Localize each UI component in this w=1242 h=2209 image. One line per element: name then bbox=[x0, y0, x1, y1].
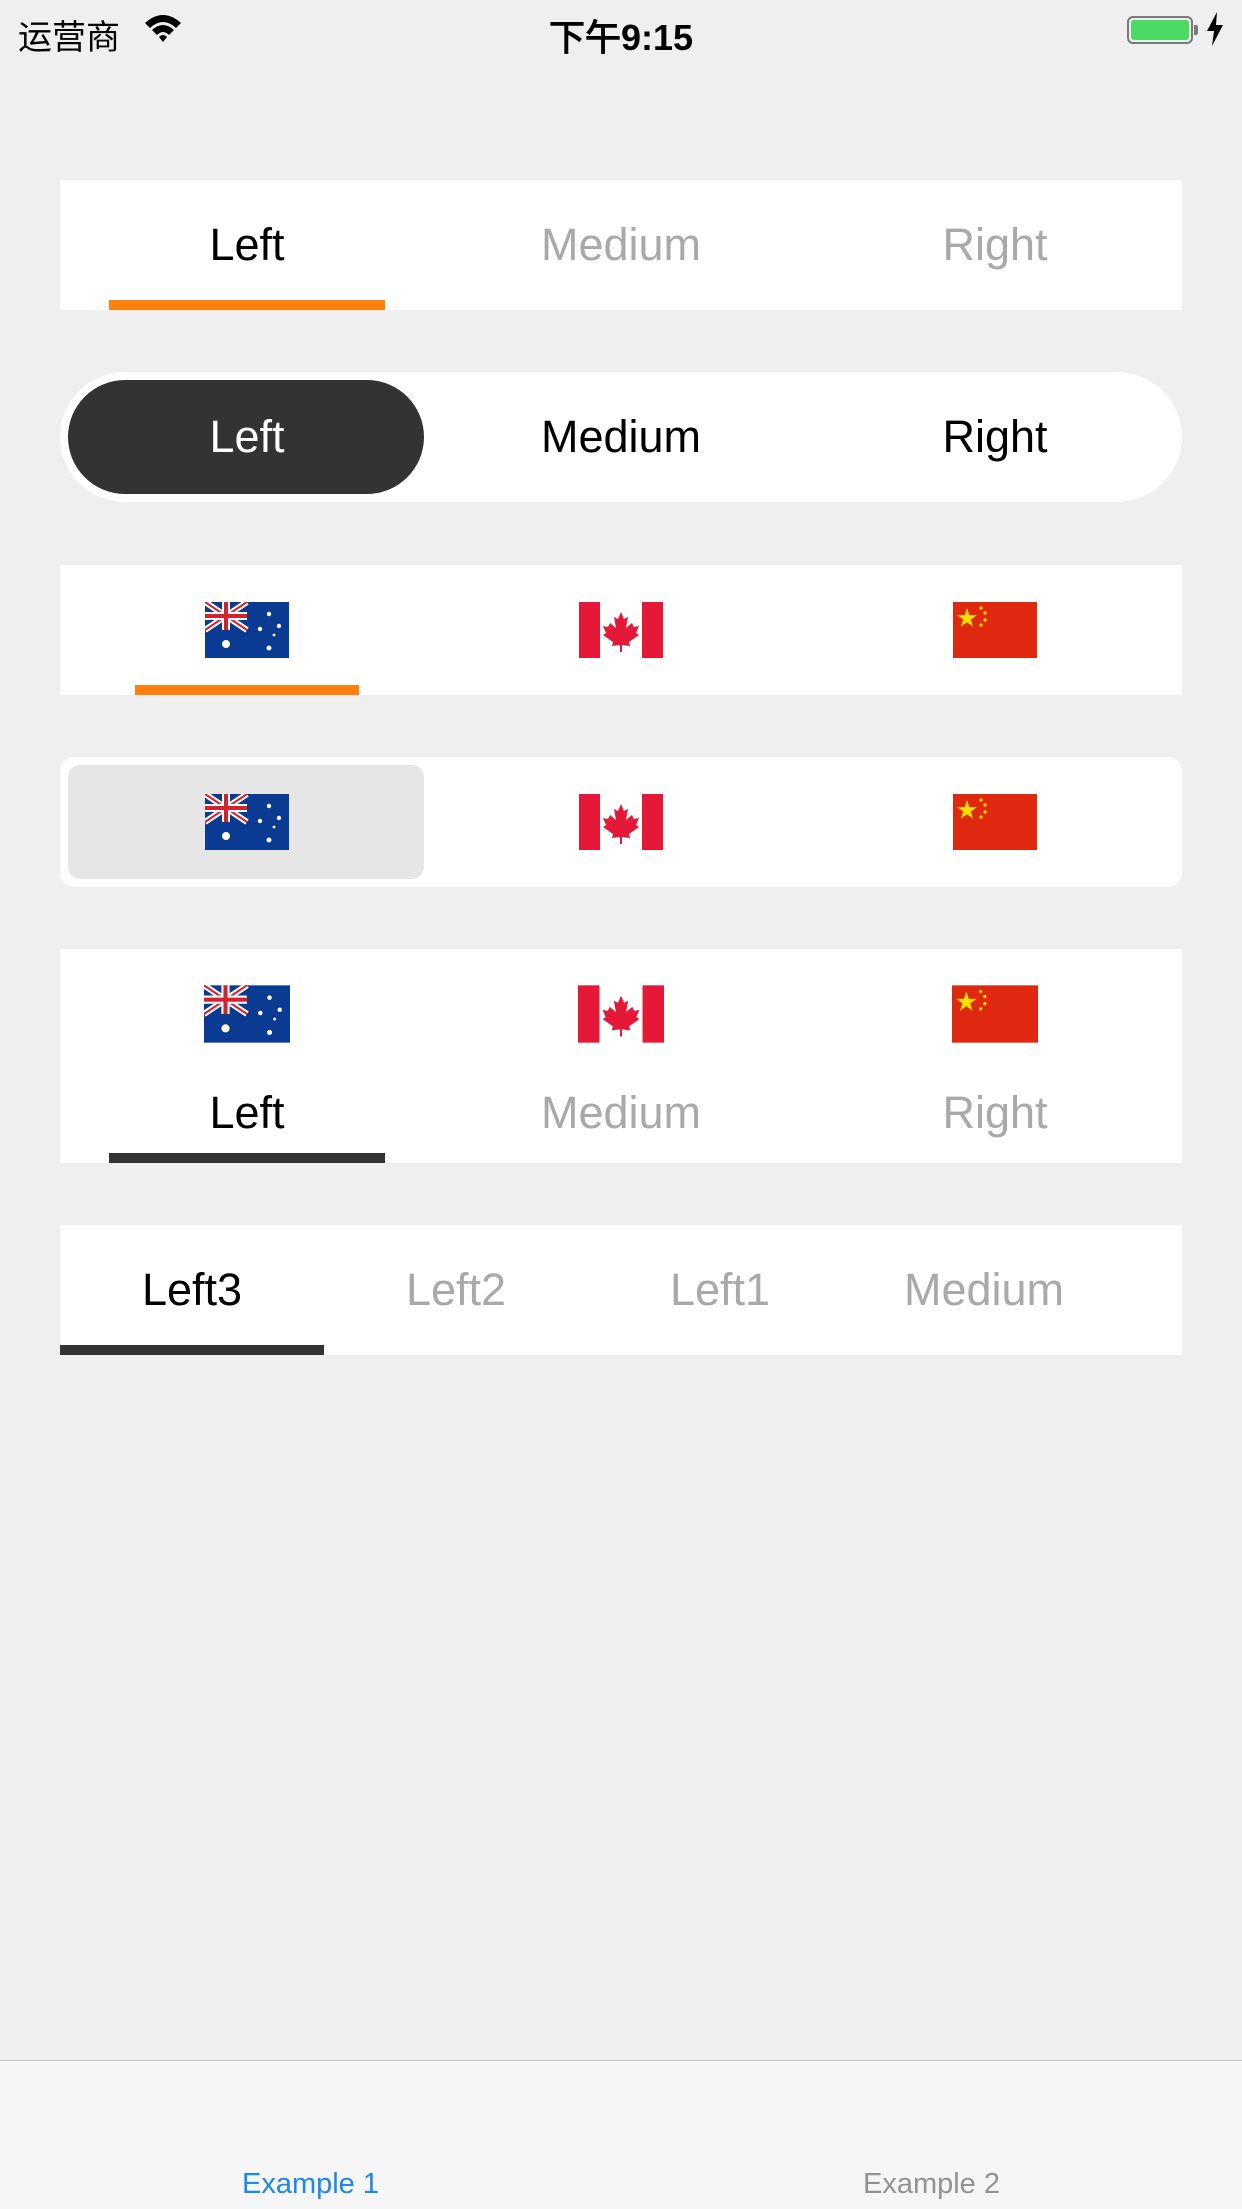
segment-medium[interactable]: Medium bbox=[434, 949, 808, 1163]
segment-left2[interactable]: Left2 bbox=[324, 1225, 588, 1355]
segment-left[interactable]: Left bbox=[60, 372, 434, 502]
canada-flag-icon bbox=[578, 985, 664, 1043]
segment-left3[interactable]: Left3 bbox=[60, 1225, 324, 1355]
segment-canada[interactable] bbox=[434, 565, 808, 695]
segment-left[interactable]: Left bbox=[60, 180, 434, 310]
status-bar: 运营商 下午9:15 bbox=[0, 0, 1242, 60]
segment-left[interactable]: Left bbox=[60, 949, 434, 1163]
canada-flag-icon bbox=[579, 794, 663, 850]
segment-medium[interactable]: Medium bbox=[852, 1225, 1116, 1355]
segment-china[interactable] bbox=[808, 757, 1182, 887]
segmented-control-flags-text: Left Medium Right bbox=[60, 949, 1182, 1163]
battery-icon bbox=[1127, 16, 1193, 44]
tab-bar: Example 1 Example 2 bbox=[0, 2060, 1242, 2209]
segment-canada[interactable] bbox=[434, 757, 808, 887]
china-flag-icon bbox=[953, 602, 1037, 658]
china-flag-icon bbox=[953, 794, 1037, 850]
australia-flag-icon bbox=[204, 985, 290, 1043]
segment-left1[interactable]: Left1 bbox=[588, 1225, 852, 1355]
segment-label-left: Left bbox=[209, 1087, 285, 1138]
clock: 下午9:15 bbox=[548, 17, 694, 58]
segmented-control-scroll-tabs: Left3 Left2 Left1 Medium bbox=[60, 1225, 1182, 1355]
segment-australia[interactable] bbox=[60, 565, 434, 695]
segmented-control-underline: Left Medium Right bbox=[60, 180, 1182, 310]
selection-indicator bbox=[109, 1153, 385, 1163]
segment-medium[interactable]: Medium bbox=[434, 372, 808, 502]
selection-indicator bbox=[135, 685, 359, 695]
segmented-control-flags-box bbox=[60, 757, 1182, 887]
china-flag-icon bbox=[952, 985, 1038, 1043]
segment-australia[interactable] bbox=[60, 757, 434, 887]
segment-label-right: Right bbox=[942, 1087, 1048, 1138]
segmented-control-pill: Left Medium Right bbox=[60, 372, 1182, 502]
selection-indicator bbox=[109, 300, 385, 310]
selection-indicator bbox=[60, 1345, 324, 1355]
tab-example-2[interactable]: Example 2 bbox=[621, 2168, 1242, 2201]
segment-right[interactable]: Right bbox=[808, 180, 1182, 310]
segment-label-medium: Medium bbox=[540, 1087, 702, 1138]
canada-flag-icon bbox=[579, 602, 663, 658]
segment-right[interactable]: Right bbox=[808, 372, 1182, 502]
segment-medium[interactable]: Medium bbox=[434, 180, 808, 310]
australia-flag-icon bbox=[205, 602, 289, 658]
segment-china[interactable] bbox=[808, 565, 1182, 695]
charging-icon bbox=[1207, 12, 1223, 46]
segmented-control-flags-underline bbox=[60, 565, 1182, 695]
tab-example-1[interactable]: Example 1 bbox=[0, 2168, 621, 2201]
segment-right[interactable]: Right bbox=[808, 949, 1182, 1163]
australia-flag-icon bbox=[205, 794, 289, 850]
